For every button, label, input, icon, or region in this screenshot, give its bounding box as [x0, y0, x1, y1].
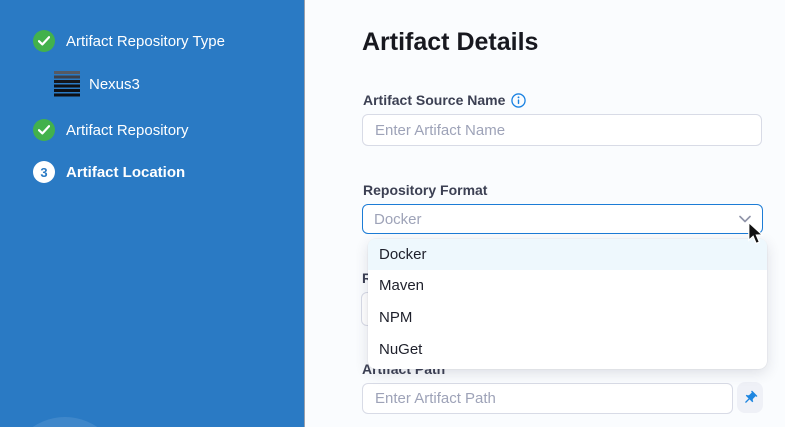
- decorative-circle: [8, 417, 122, 427]
- pushpin-icon: [739, 386, 762, 409]
- check-icon: [33, 119, 55, 141]
- step-label: Artifact Location: [66, 164, 185, 181]
- artifact-source-name-input[interactable]: [362, 114, 762, 146]
- sidebar-substep-nexus3[interactable]: Nexus3: [54, 71, 140, 98]
- info-icon[interactable]: [511, 93, 526, 108]
- substep-label: Nexus3: [89, 76, 140, 93]
- repository-format-dropdown: Docker Maven NPM NuGet: [368, 239, 767, 369]
- page-title: Artifact Details: [362, 28, 538, 57]
- sidebar-step-artifact-repository-type[interactable]: Artifact Repository Type: [33, 30, 225, 52]
- artifact-path-input[interactable]: [362, 383, 733, 414]
- repository-format-label: Repository Format: [363, 182, 487, 198]
- label-text: Repository Format: [363, 182, 487, 198]
- dropdown-option-nuget[interactable]: NuGet: [368, 334, 767, 366]
- artifact-source-name-label: Artifact Source Name: [363, 92, 526, 108]
- dropdown-option-maven[interactable]: Maven: [368, 270, 767, 302]
- sidebar-step-artifact-repository[interactable]: Artifact Repository: [33, 119, 189, 141]
- label-text: Artifact Source Name: [363, 92, 505, 108]
- repository-format-select[interactable]: Docker: [362, 204, 763, 234]
- check-icon: [33, 30, 55, 52]
- dropdown-option-docker[interactable]: Docker: [368, 239, 767, 270]
- step-number-badge: 3: [33, 161, 55, 183]
- dropdown-option-npm[interactable]: NPM: [368, 302, 767, 334]
- step-label: Artifact Repository: [66, 122, 189, 139]
- nexus3-stack-icon: [54, 71, 80, 98]
- select-value: Docker: [363, 211, 739, 228]
- pin-artifact-path-button[interactable]: [737, 382, 763, 413]
- wizard-sidebar: Artifact Repository Type Nexus3 Artifact…: [0, 0, 305, 427]
- sidebar-step-artifact-location[interactable]: 3 Artifact Location: [33, 161, 185, 183]
- step-label: Artifact Repository Type: [66, 33, 225, 50]
- chevron-down-icon: [739, 215, 751, 223]
